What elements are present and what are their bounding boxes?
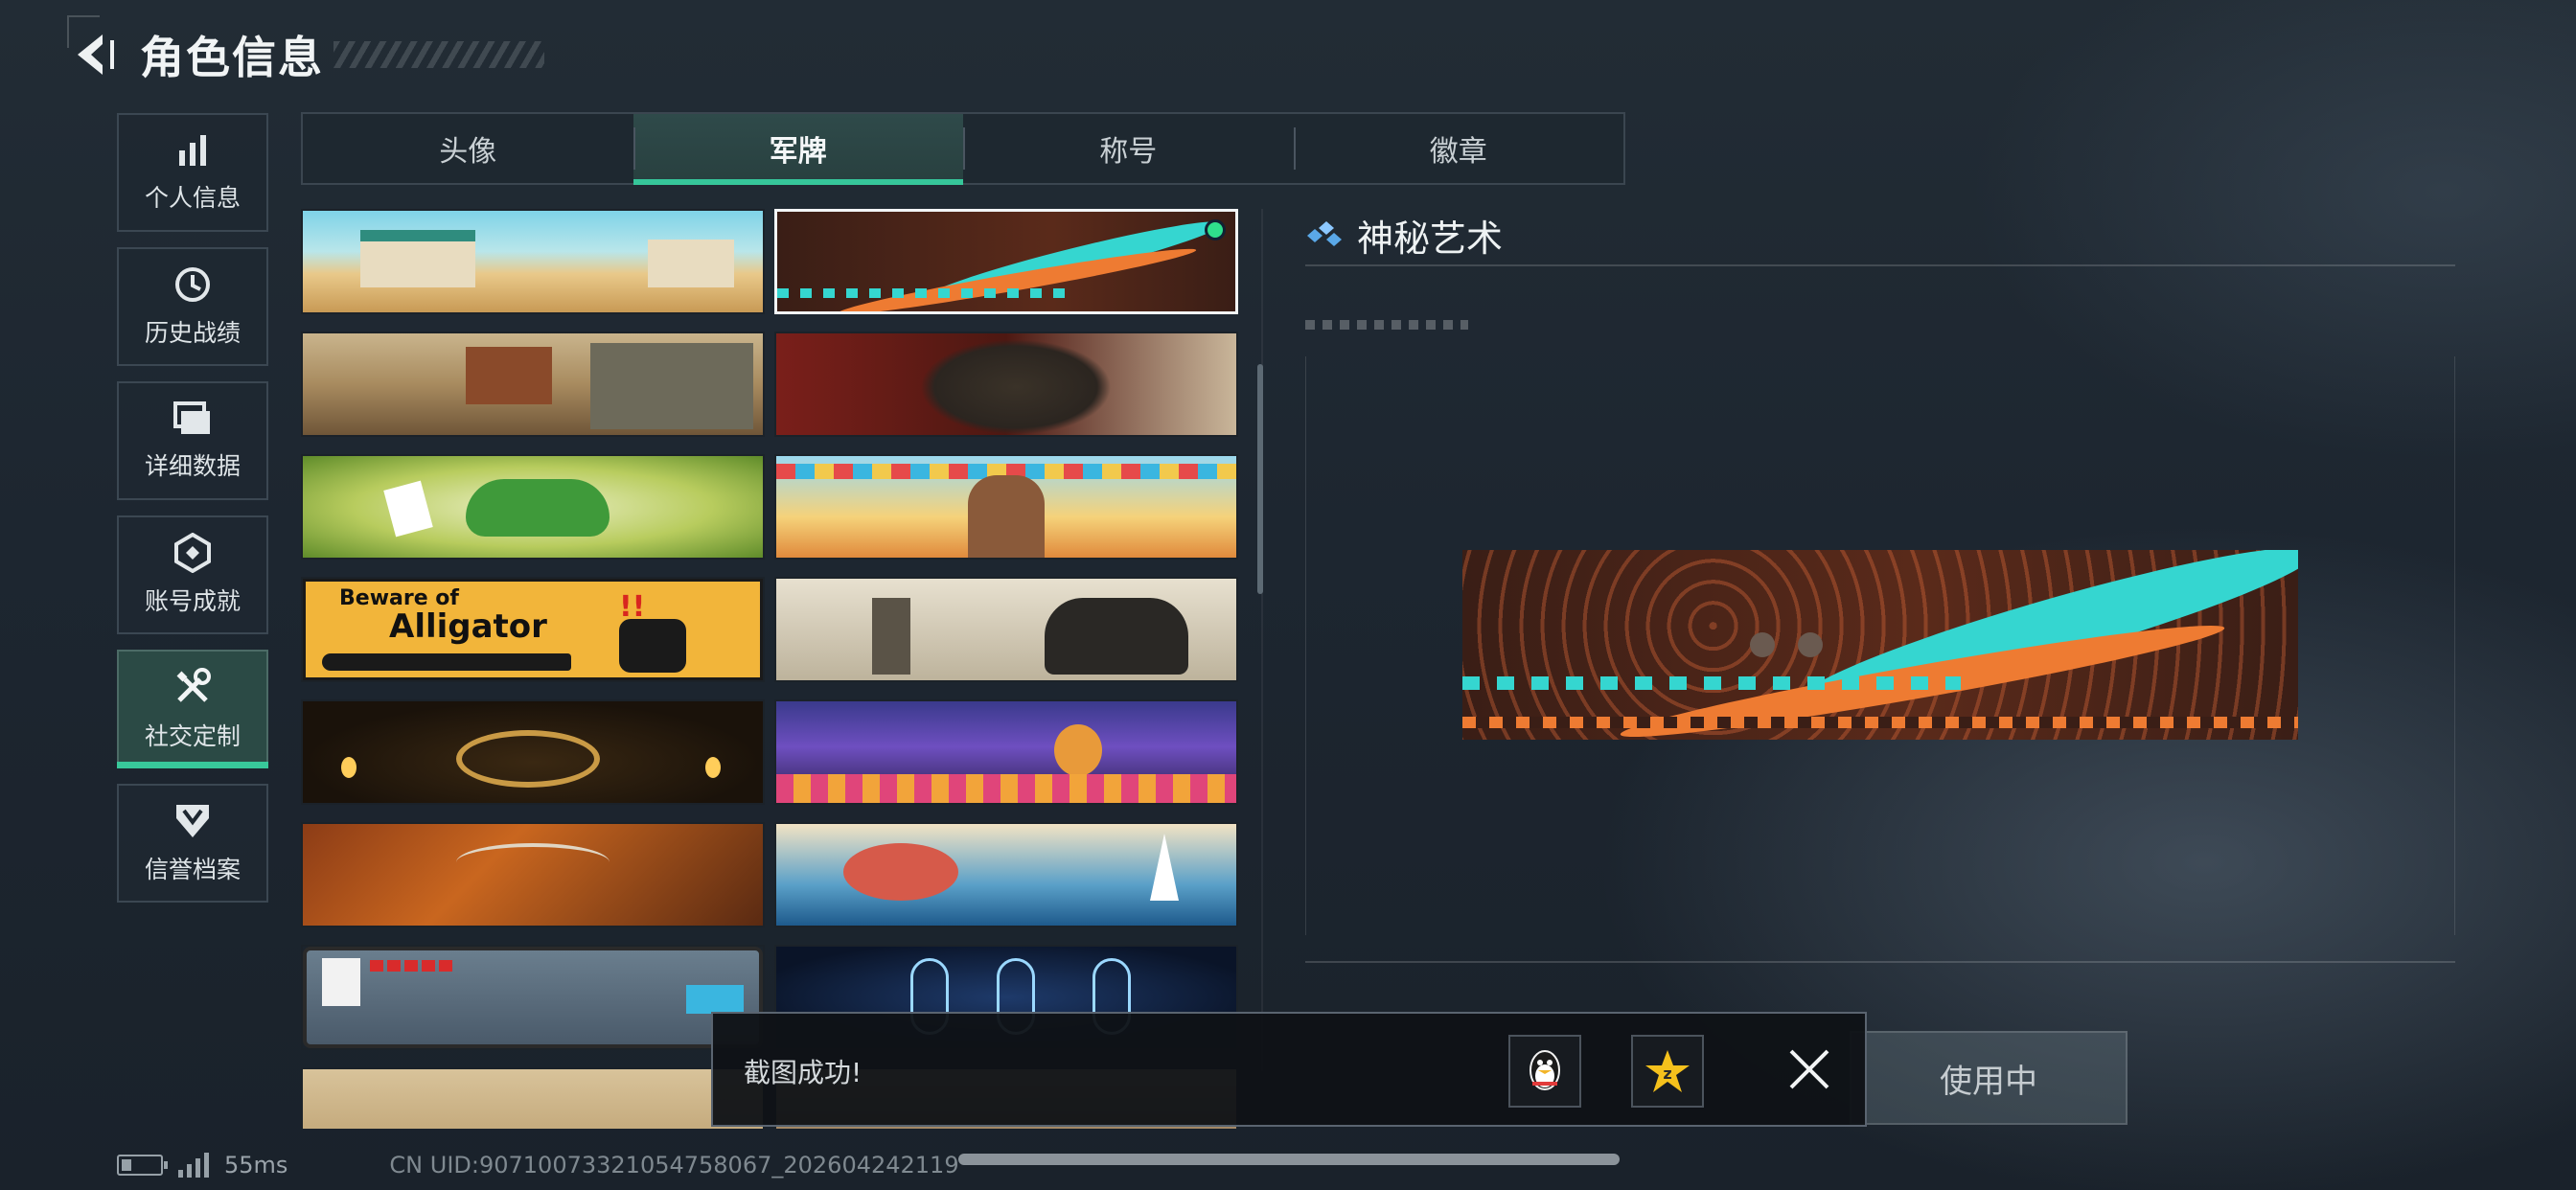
selected-indicator (1205, 219, 1226, 240)
close-x-icon (1789, 1049, 1829, 1089)
sidebar-item-label: 历史战绩 (144, 319, 241, 347)
home-indicator[interactable] (958, 1154, 1620, 1165)
sidebar: 个人信息 历史战绩 详细数据 账号成就 社交定制 信誉档案 (117, 113, 270, 918)
sidebar-item-detailed-data[interactable]: 详细数据 (117, 381, 268, 500)
reputation-shield-icon (176, 805, 209, 837)
sidebar-item-social-custom[interactable]: 社交定制 (117, 650, 268, 768)
detail-subline (1305, 320, 1468, 330)
dog-tag-card-desert-villa[interactable] (301, 209, 765, 314)
tab-avatar[interactable]: 头像 (303, 114, 633, 183)
back-button[interactable] (67, 28, 121, 81)
back-arrow-icon (78, 34, 114, 75)
screenshot-toast: 截图成功! z (711, 1012, 1867, 1127)
dog-tag-grid: Beware of Alligator !! (301, 209, 1244, 1129)
grid-scrollbar[interactable] (1257, 364, 1263, 594)
dog-tag-card-golden-peacock[interactable] (301, 699, 765, 805)
in-use-label: 使用中 (1940, 1062, 2037, 1101)
history-clock-icon (175, 267, 210, 302)
dog-tag-preview (1462, 550, 2298, 740)
battery-icon (117, 1155, 168, 1176)
folder-icon (173, 401, 210, 434)
dog-tag-card-blueprint[interactable] (301, 1067, 765, 1129)
dog-tag-card-wild-west[interactable] (301, 332, 765, 437)
detail-header: 神秘艺术 (1305, 209, 1503, 262)
dog-tag-card-autumn-skeleton[interactable] (301, 822, 765, 927)
preview-divider (1305, 961, 2455, 963)
category-tabs: 头像 军牌 称号 徽章 (301, 112, 1625, 185)
dog-tag-card-crocodile[interactable] (301, 454, 765, 560)
sidebar-item-label: 个人信息 (144, 184, 241, 212)
sidebar-item-personal-info[interactable]: 个人信息 (117, 113, 268, 232)
toast-close-button[interactable] (1782, 1042, 1836, 1096)
sidebar-item-reputation[interactable]: 信誉档案 (117, 784, 268, 903)
dog-tag-card-day-of-dead[interactable] (774, 699, 1238, 805)
dog-tag-card-kraken[interactable] (774, 822, 1238, 927)
toast-message: 截图成功! (744, 1057, 862, 1088)
user-uid: CN UID:9071007332105475806​7_20260424211… (389, 1152, 959, 1179)
page-title: 角色信息 (140, 32, 324, 83)
sidebar-item-label: 账号成就 (144, 587, 241, 615)
grid-divider (1261, 209, 1263, 1071)
title-decoration (334, 41, 544, 68)
dog-tag-card-pixel-game[interactable] (301, 945, 765, 1050)
dog-tag-card-beware-alligator[interactable]: Beware of Alligator !! (301, 577, 765, 682)
signal-icon (178, 1153, 209, 1178)
qq-penguin-icon (1530, 1050, 1560, 1090)
page-header: 角色信息 (67, 21, 544, 88)
qzone-star-icon: z (1645, 1050, 1690, 1092)
sidebar-item-achievements[interactable]: 账号成就 (117, 515, 268, 634)
dog-tag-card-soldiers[interactable] (774, 332, 1238, 437)
sidebar-item-label: 社交定制 (144, 722, 241, 750)
dog-tag-card-festival[interactable] (774, 454, 1238, 560)
dog-tag-card-windmill-knight[interactable] (774, 577, 1238, 682)
dog-tag-card-tribal-feather[interactable] (774, 209, 1238, 314)
wrench-tools-icon (176, 668, 211, 702)
tab-badge[interactable]: 徽章 (1293, 114, 1624, 183)
tab-title[interactable]: 称号 (963, 114, 1294, 183)
in-use-button[interactable]: 使用中 (1850, 1031, 2128, 1125)
alligator-card-text-main: Alligator (389, 607, 547, 646)
share-qq-button[interactable] (1508, 1035, 1581, 1108)
bar-chart-icon (179, 135, 206, 166)
sidebar-item-label: 详细数据 (144, 452, 241, 480)
ping-value: 55ms (224, 1152, 288, 1179)
share-qzone-button[interactable]: z (1631, 1035, 1704, 1108)
detail-divider (1305, 264, 2455, 266)
sidebar-item-match-history[interactable]: 历史战绩 (117, 247, 268, 366)
detail-item-name: 神秘艺术 (1357, 217, 1504, 260)
diamond-cluster-icon (1307, 220, 1342, 246)
svg-text:z: z (1663, 1064, 1671, 1083)
sidebar-item-label: 信誉档案 (144, 856, 241, 883)
tab-dog-tag[interactable]: 军牌 (632, 114, 963, 185)
achievement-badge-icon (174, 533, 211, 573)
status-bar: 55ms CN UID:9071007332105475806​7_202604… (117, 1146, 959, 1184)
